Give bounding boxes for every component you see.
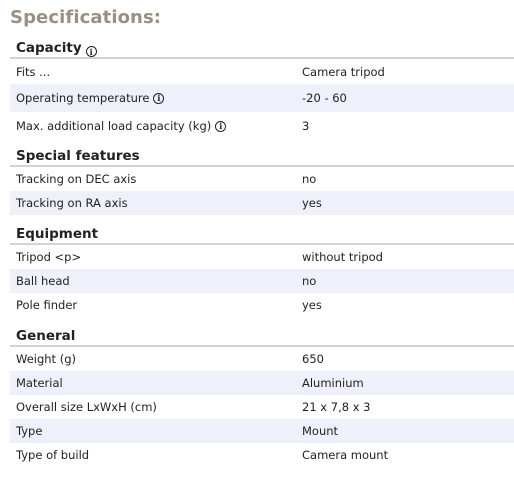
table-row: Ball head no	[10, 269, 514, 293]
table-row: Overall size LxWxH (cm) 21 x 7,8 x 3	[10, 395, 514, 419]
row-value: Mount	[302, 424, 339, 438]
row-label: Max. additional load capacity (kg) i	[10, 119, 302, 133]
row-label: Type	[16, 424, 43, 438]
table-row: Type of build Camera mount	[10, 443, 514, 467]
table-row: Fits ... Camera tripod	[10, 59, 514, 84]
section-header-capacity: Capacity i	[10, 37, 514, 59]
row-value: without tripod	[302, 250, 383, 264]
section-title: Special features	[16, 148, 140, 164]
row-value: Aluminium	[302, 376, 364, 390]
row-value: Camera tripod	[302, 64, 385, 79]
section-header-equipment: Equipment	[10, 223, 514, 245]
table-row: Pole finder yes	[10, 293, 514, 317]
row-value: no	[302, 274, 317, 288]
table-row: Type Mount	[10, 419, 514, 443]
row-value: 21 x 7,8 x 3	[302, 400, 371, 414]
table-row: Max. additional load capacity (kg) i 3	[10, 112, 514, 140]
row-label: Operating temperature i	[10, 91, 302, 105]
table-row: Material Aluminium	[10, 371, 514, 395]
row-label-text: Fits ...	[16, 64, 51, 79]
table-row: Weight (g) 650	[10, 347, 514, 371]
row-label-text: Max. additional load capacity (kg)	[16, 119, 212, 133]
row-value: 3	[302, 119, 310, 133]
table-row: Tripod <p> without tripod	[10, 245, 514, 269]
row-value: yes	[302, 196, 322, 210]
row-label: Type of build	[16, 448, 90, 462]
info-icon[interactable]: i	[85, 46, 97, 57]
row-value: no	[302, 172, 317, 186]
row-label: Tripod <p>	[16, 250, 82, 264]
table-row: Operating temperature i -20 - 60	[10, 84, 514, 112]
row-label: Tracking on DEC axis	[16, 172, 137, 186]
specifications-table: Capacity i Fits ... Camera tripod Operat…	[10, 37, 514, 467]
section-title: Equipment	[16, 226, 99, 242]
row-label: Pole finder	[16, 298, 78, 312]
row-label: Tracking on RA axis	[16, 196, 128, 210]
row-value: yes	[302, 298, 322, 312]
section-title: Capacity	[16, 40, 82, 56]
section-header-general: General	[10, 325, 514, 347]
row-label: Ball head	[16, 274, 70, 288]
row-value: -20 - 60	[302, 91, 347, 105]
row-label-text: Operating temperature	[16, 91, 150, 105]
row-label: Fits ...	[10, 65, 302, 79]
row-value: 650	[302, 352, 324, 366]
section-title: General	[16, 328, 76, 344]
page-title: Specifications:	[10, 7, 162, 28]
row-label: Weight (g)	[16, 352, 76, 366]
info-icon[interactable]: i	[153, 92, 165, 104]
table-row: Tracking on RA axis yes	[10, 191, 514, 215]
row-value: Camera mount	[302, 448, 389, 462]
info-icon[interactable]: i	[215, 120, 227, 132]
row-label: Overall size LxWxH (cm)	[16, 400, 157, 414]
row-label: Material	[16, 376, 63, 390]
section-header-special-features: Special features	[10, 145, 514, 167]
table-row: Tracking on DEC axis no	[10, 167, 514, 191]
